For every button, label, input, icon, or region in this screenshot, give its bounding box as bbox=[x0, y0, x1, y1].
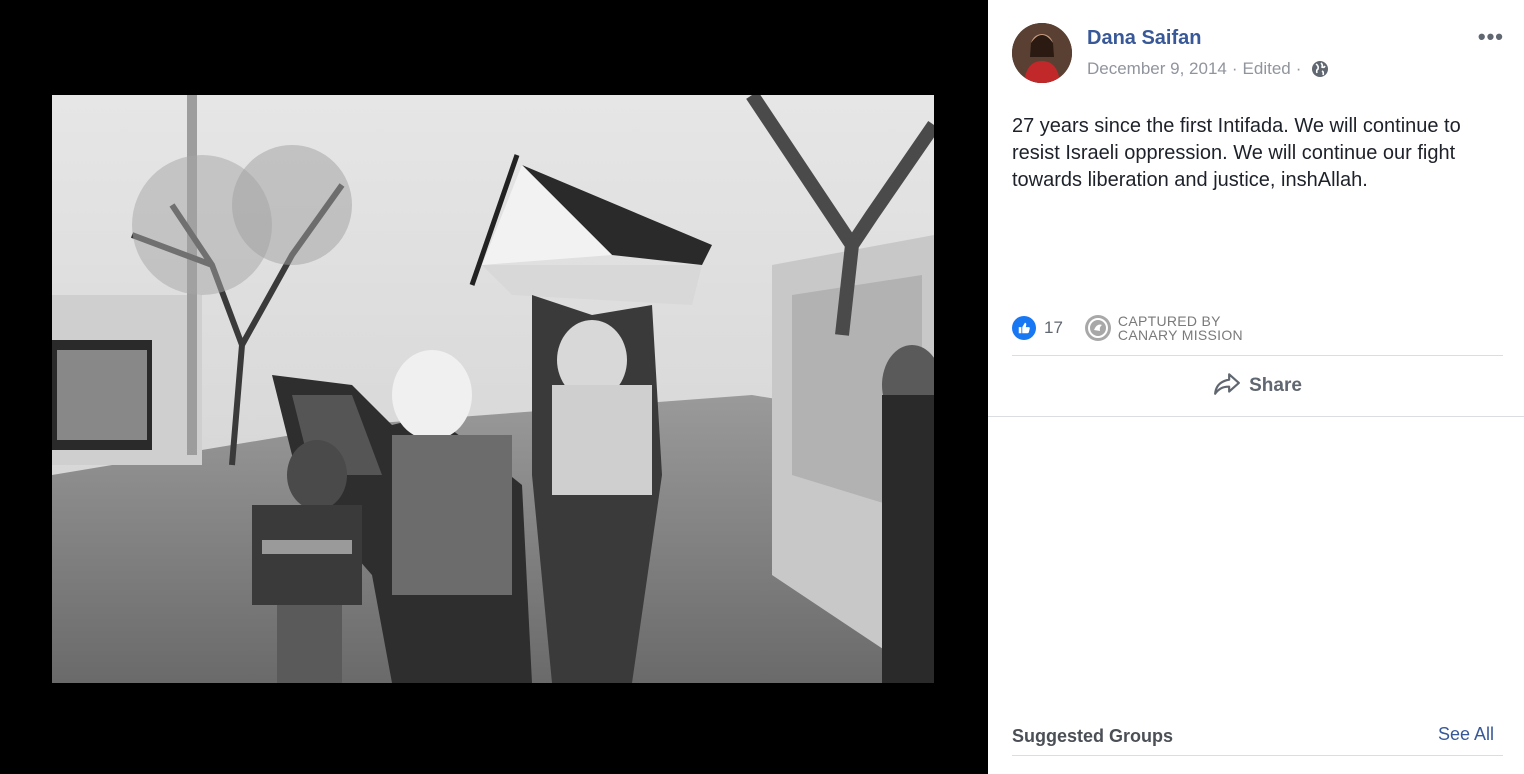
suggested-groups-title: Suggested Groups bbox=[1012, 726, 1174, 746]
photo-viewer bbox=[0, 0, 988, 774]
post-meta: December 9, 2014 · Edited · bbox=[1087, 59, 1329, 79]
edited-label[interactable]: Edited bbox=[1243, 59, 1291, 79]
divider bbox=[1012, 355, 1503, 356]
meta-separator: · bbox=[1295, 59, 1302, 78]
thumbs-up-icon[interactable] bbox=[1012, 316, 1036, 340]
share-label: Share bbox=[1249, 375, 1302, 396]
photo-image bbox=[52, 95, 934, 683]
reactions-bar: 17 CAPTURED BY CANARY MISSION bbox=[1012, 314, 1243, 342]
globe-icon[interactable] bbox=[1311, 60, 1329, 78]
author-avatar[interactable] bbox=[1012, 23, 1072, 83]
post-panel: Dana Saifan December 9, 2014 · Edited · … bbox=[988, 0, 1524, 774]
post-date[interactable]: December 9, 2014 bbox=[1087, 59, 1227, 79]
captured-by-badge[interactable]: CAPTURED BY CANARY MISSION bbox=[1084, 313, 1243, 343]
share-button[interactable]: Share bbox=[1012, 362, 1503, 410]
post-photo[interactable] bbox=[52, 95, 934, 683]
see-all-link[interactable]: See All bbox=[1438, 724, 1494, 745]
divider bbox=[988, 416, 1524, 417]
divider bbox=[1012, 755, 1503, 756]
post-text: 27 years since the first Intifada. We wi… bbox=[1012, 115, 1461, 191]
author-name[interactable]: Dana Saifan bbox=[1087, 27, 1201, 50]
captured-line1: CAPTURED BY bbox=[1117, 313, 1221, 329]
avatar-image bbox=[1012, 23, 1072, 83]
like-count[interactable]: 17 bbox=[1044, 318, 1063, 338]
meta-separator: · bbox=[1231, 59, 1238, 78]
more-options-icon[interactable]: ••• bbox=[1478, 26, 1504, 48]
share-arrow-icon bbox=[1213, 371, 1241, 402]
captured-line2: CANARY MISSION bbox=[1117, 327, 1243, 343]
canary-mission-icon bbox=[1084, 315, 1111, 341]
